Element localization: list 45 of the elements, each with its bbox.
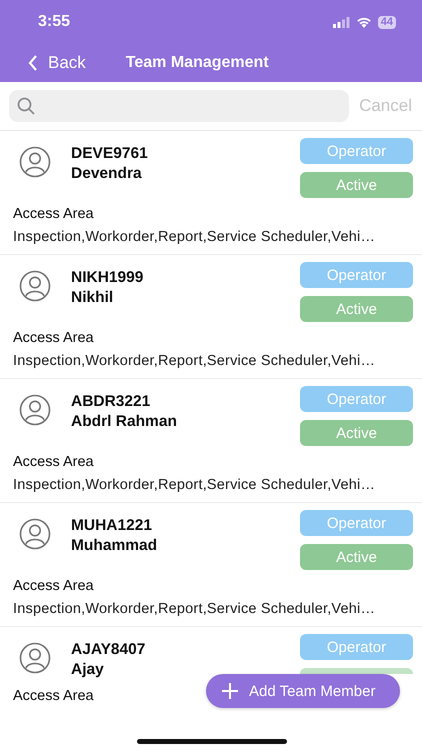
member-name: Nikhil xyxy=(71,288,114,308)
access-area-label: Access Area xyxy=(13,206,94,222)
back-button[interactable]: Back xyxy=(28,53,86,73)
cancel-button[interactable]: Cancel xyxy=(359,96,412,116)
role-button[interactable]: Operator xyxy=(300,262,413,288)
access-areas: Inspection,Workorder,Report,Service Scheduler,Vehi… xyxy=(13,229,376,245)
member-code: DEVE9761 xyxy=(71,144,149,164)
access-area-label: Access Area xyxy=(13,330,94,346)
member-name: Devendra xyxy=(71,164,143,184)
user-avatar-icon xyxy=(19,270,51,302)
access-area-label: Access Area xyxy=(13,688,94,704)
user-avatar-icon xyxy=(19,642,51,674)
role-button[interactable]: Operator xyxy=(300,386,413,412)
user-avatar-icon xyxy=(19,518,51,550)
access-areas: Inspection,Workorder,Report,Service Scheduler,Vehi… xyxy=(13,477,376,493)
member-name: Abdrl Rahman xyxy=(71,412,178,432)
access-area-label: Access Area xyxy=(13,454,94,470)
status-time: 3:55 xyxy=(38,13,72,31)
signal-icon xyxy=(332,16,350,28)
member-code: MUHA1221 xyxy=(71,516,153,536)
role-button[interactable]: Operator xyxy=(300,138,413,164)
add-team-member-button[interactable]: Add Team Member xyxy=(206,674,400,708)
user-avatar-icon xyxy=(19,394,51,426)
search-icon xyxy=(17,97,35,115)
member-code: AJAY8407 xyxy=(71,640,146,660)
chevron-left-icon xyxy=(28,55,38,71)
member-code: ABDR3221 xyxy=(71,392,152,412)
role-button[interactable]: Operator xyxy=(300,510,413,536)
access-areas: Inspection,Workorder,Report,Service Scheduler,Vehi… xyxy=(13,353,376,369)
member-name: Muhammad xyxy=(71,536,158,556)
member-code: NIKH1999 xyxy=(71,268,144,288)
member-name: Ajay xyxy=(71,660,105,680)
status-button[interactable]: Active xyxy=(300,420,413,446)
status-button[interactable]: Active xyxy=(300,296,413,322)
status-button[interactable]: Active xyxy=(300,544,413,570)
wifi-icon xyxy=(356,16,372,28)
status-button[interactable]: Active xyxy=(300,172,413,198)
search-field[interactable] xyxy=(9,90,350,122)
battery-level: 44 xyxy=(378,16,396,28)
plus-icon xyxy=(221,682,239,700)
access-areas: Inspection,Workorder,Report,Service Scheduler,Vehi… xyxy=(13,601,376,617)
role-button[interactable]: Operator xyxy=(300,634,413,660)
user-avatar-icon xyxy=(19,146,51,178)
access-area-label: Access Area xyxy=(13,578,94,594)
screen-title: Team Management xyxy=(126,54,269,72)
